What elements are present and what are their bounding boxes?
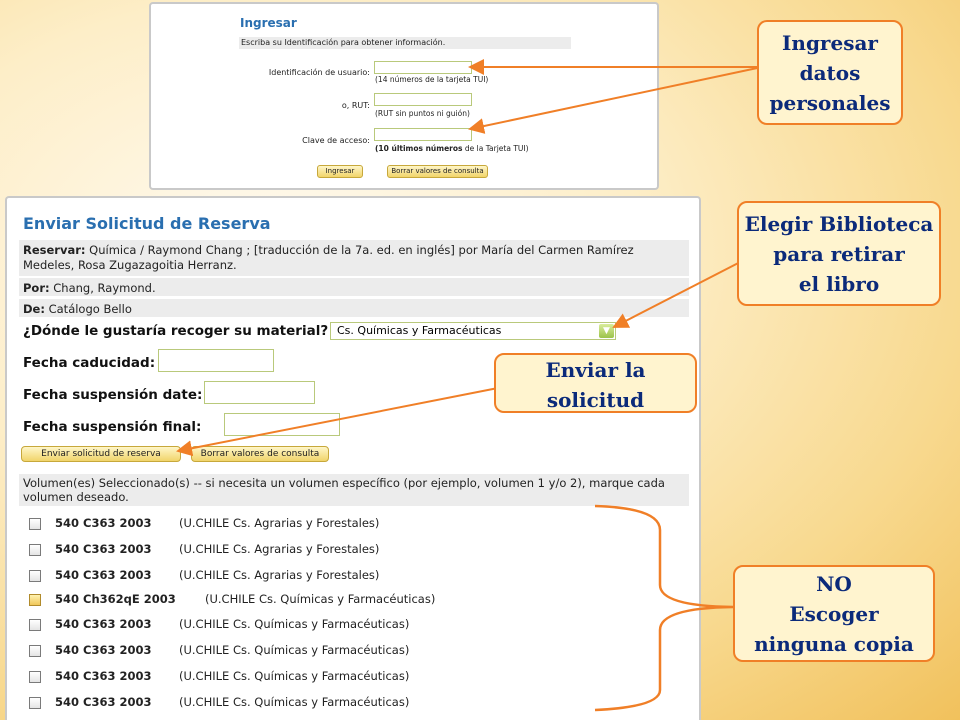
callout-line: el libro (798, 272, 880, 296)
brace-volumes (594, 504, 734, 712)
callout-line: Elegir Biblioteca (744, 212, 934, 236)
callout-no-copy: NO Escoger ninguna copia (733, 565, 935, 662)
callout-line: solicitud (546, 388, 645, 412)
arrow-to-password (468, 66, 763, 134)
arrow-to-send-button (176, 387, 499, 457)
callout-line: para retirar (773, 242, 905, 266)
arrow-to-pickup-select (612, 257, 749, 328)
callout-line: NO (816, 572, 852, 596)
callout-line: Enviar la (545, 358, 646, 382)
callout-line: ninguna copia (754, 632, 914, 656)
callout-line: datos (799, 61, 861, 85)
callout-send-request: Enviar la solicitud (494, 353, 697, 413)
callout-personal-data: Ingresar datos personales (757, 20, 903, 125)
callout-line: personales (769, 91, 891, 115)
callout-choose-library: Elegir Biblioteca para retirar el libro (737, 201, 941, 306)
callout-line: Escoger (789, 602, 879, 626)
callout-line: Ingresar (782, 31, 878, 55)
